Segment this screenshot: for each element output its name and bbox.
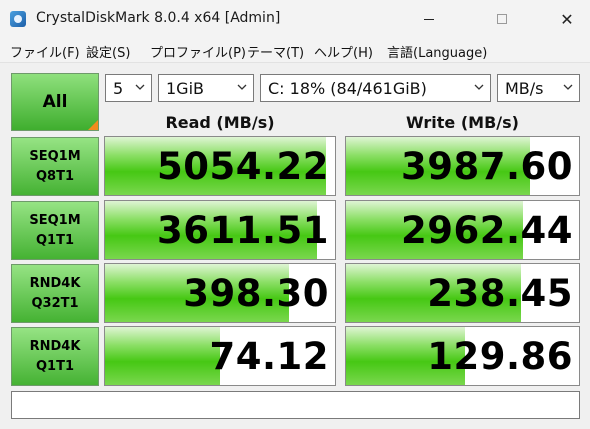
menu-bar: ファイル(F) 設定(S) プロファイル(P) テーマ(T) ヘルプ(H) 言語… (0, 38, 590, 63)
test-params: Q8T1 (35, 168, 74, 184)
unit-select[interactable]: MB/s (497, 74, 580, 102)
unit-value: MB/s (505, 78, 544, 98)
read-result-cell: 3611.51 (104, 200, 336, 260)
all-button[interactable]: All (11, 73, 99, 131)
test-seq1m-q1t1-button[interactable]: SEQ1M Q1T1 (11, 201, 99, 260)
menu-language[interactable]: 言語(Language) (387, 42, 487, 61)
menu-help[interactable]: ヘルプ(H) (314, 42, 373, 61)
read-result-cell: 74.12 (104, 326, 336, 386)
menu-theme[interactable]: テーマ(T) (247, 42, 304, 61)
test-params: Q32T1 (31, 295, 79, 311)
test-name: SEQ1M (29, 148, 81, 164)
read-value: 5054.22 (156, 145, 329, 188)
close-icon: ✕ (560, 9, 574, 29)
chevron-down-icon (237, 84, 247, 90)
write-column-header: Write (MB/s) (406, 113, 519, 132)
comment-input[interactable] (11, 391, 580, 419)
test-name: RND4K (29, 275, 81, 291)
write-value: 2962.44 (400, 209, 573, 252)
test-rnd4k-q1t1-button[interactable]: RND4K Q1T1 (11, 327, 99, 386)
test-size-select[interactable]: 1GiB (158, 74, 254, 102)
window-title: CrystalDiskMark 8.0.4 x64 [Admin] (36, 10, 281, 26)
read-result-cell: 398.30 (104, 263, 336, 323)
maximize-button[interactable] (479, 0, 525, 38)
test-rnd4k-q32t1-button[interactable]: RND4K Q32T1 (11, 264, 99, 323)
read-value: 398.30 (183, 272, 329, 315)
test-count-value: 5 (113, 78, 124, 98)
read-progress-fill (105, 327, 220, 385)
write-result-cell: 2962.44 (345, 200, 580, 260)
write-value: 3987.60 (400, 145, 573, 188)
chevron-down-icon (563, 84, 573, 90)
title-bar: CrystalDiskMark 8.0.4 x64 [Admin] ✕ (0, 0, 590, 38)
read-value: 74.12 (209, 335, 329, 378)
maximize-icon (497, 14, 507, 24)
menu-settings[interactable]: 設定(S) (86, 42, 130, 61)
test-params: Q1T1 (35, 358, 74, 374)
read-column-header: Read (MB/s) (165, 113, 275, 132)
test-name: SEQ1M (29, 212, 81, 228)
app-disk-icon (10, 11, 26, 27)
minimize-button[interactable] (406, 0, 452, 38)
chevron-down-icon (474, 84, 484, 90)
test-name: RND4K (29, 338, 81, 354)
write-value: 129.86 (427, 335, 573, 378)
read-value: 3611.51 (156, 209, 329, 252)
write-result-cell: 129.86 (345, 326, 580, 386)
drive-value: C: 18% (84/461GiB) (268, 78, 427, 98)
test-count-select[interactable]: 5 (105, 74, 152, 102)
write-result-cell: 238.45 (345, 263, 580, 323)
chevron-down-icon (135, 84, 145, 90)
write-result-cell: 3987.60 (345, 136, 580, 196)
close-button[interactable]: ✕ (544, 0, 590, 38)
test-size-value: 1GiB (166, 78, 204, 98)
test-seq1m-q8t1-button[interactable]: SEQ1M Q8T1 (11, 137, 99, 196)
drive-select[interactable]: C: 18% (84/461GiB) (260, 74, 491, 102)
write-value: 238.45 (427, 272, 573, 315)
menu-file[interactable]: ファイル(F) (10, 42, 80, 61)
menu-profile[interactable]: プロファイル(P) (150, 42, 246, 61)
read-result-cell: 5054.22 (104, 136, 336, 196)
test-params: Q1T1 (35, 232, 74, 248)
minimize-icon (424, 18, 434, 20)
all-button-label: All (42, 92, 68, 112)
